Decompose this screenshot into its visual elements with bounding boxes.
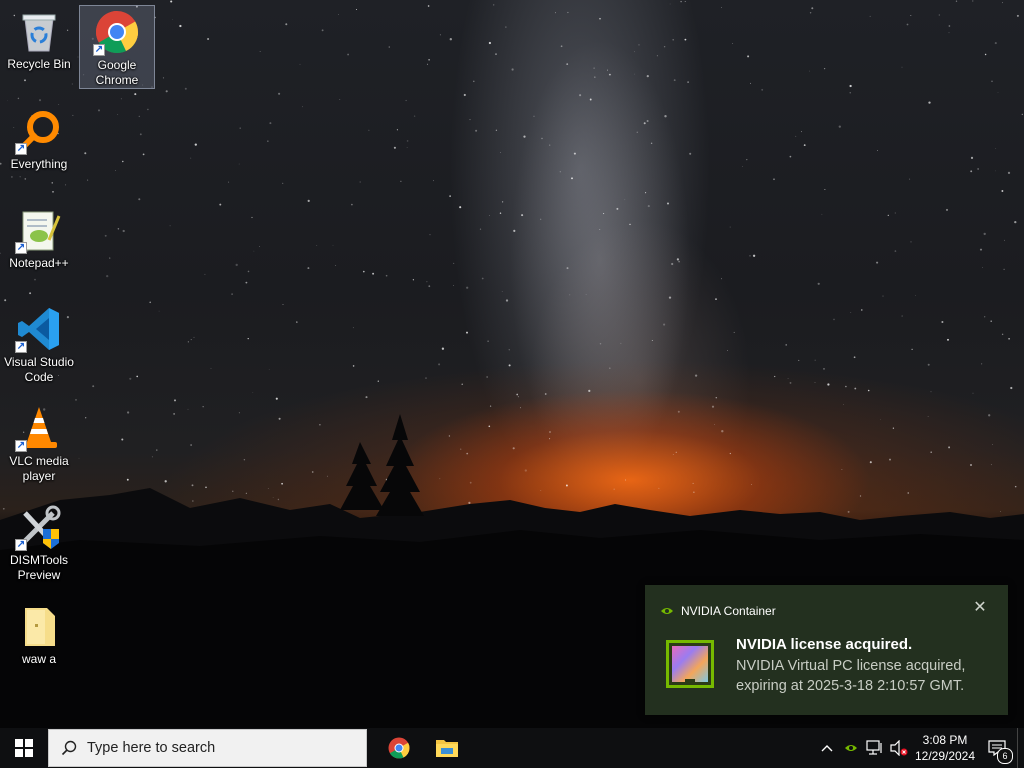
tray-nvidia[interactable]: [839, 728, 863, 768]
tray-network[interactable]: [863, 728, 887, 768]
windows-logo-icon: [15, 739, 33, 757]
shortcut-arrow-icon: ↗: [15, 440, 27, 452]
taskbar-clock[interactable]: 3:08 PM 12/29/2024: [913, 732, 977, 764]
shortcut-arrow-icon: ↗: [15, 341, 27, 353]
clock-time: 3:08 PM: [922, 733, 968, 747]
shortcut-arrow-icon: ↗: [15, 143, 27, 155]
action-center-button[interactable]: 6: [977, 728, 1017, 768]
desktop-icon-google-chrome[interactable]: ↗ Google Chrome: [79, 5, 155, 89]
desktop-icon-label: DISMTools Preview: [9, 553, 68, 582]
desktop-icon-everything[interactable]: ↗ Everything: [1, 104, 77, 188]
desktop-icon-label: Google Chrome: [95, 58, 139, 87]
desktop-icon-label: Everything: [10, 157, 68, 171]
folder-icon: [15, 602, 63, 650]
desktop-icon-recycle-bin[interactable]: Recycle Bin: [1, 4, 77, 88]
chrome-icon: ↗: [93, 8, 141, 56]
notification-body: NVIDIA Virtual PC license acquired, expi…: [736, 658, 966, 694]
nvidia-logo-icon: [661, 608, 673, 614]
shortcut-arrow-icon: ↗: [93, 44, 105, 56]
show-hidden-icons-button[interactable]: [815, 728, 839, 768]
nvidia-chip-icon: [666, 640, 714, 688]
desktop-icon-label: Recycle Bin: [7, 57, 71, 71]
vscode-icon: ↗: [15, 305, 63, 353]
desktop-icon-vlc[interactable]: ↗ VLC media player: [1, 401, 77, 485]
desktop-icon-dismtools[interactable]: ↗ DISMTools Preview: [1, 500, 77, 584]
close-icon[interactable]: ✕: [972, 600, 988, 616]
desktop-wallpaper: Recycle Bin ↗ Google Chrome ↗ Everything…: [0, 0, 1024, 728]
vlc-icon: ↗: [15, 404, 63, 452]
chevron-up-icon: [821, 745, 833, 752]
dismtools-icon: ↗: [15, 503, 63, 551]
clock-date: 12/29/2024: [914, 749, 976, 763]
search-placeholder: Type here to search: [87, 740, 216, 756]
taskbar: Type here to search 3:08 PM 12/29/2024 6: [0, 728, 1024, 768]
nvidia-notification-toast[interactable]: NVIDIA Container ✕ NVIDIA license acquir…: [645, 585, 1008, 715]
volume-muted-icon: [890, 740, 908, 756]
desktop-icon-folder-waw-a[interactable]: waw a: [1, 599, 77, 683]
shortcut-arrow-icon: ↗: [15, 242, 27, 254]
taskbar-search-box[interactable]: Type here to search: [48, 729, 367, 767]
notification-count-badge: 6: [997, 748, 1013, 764]
tray-volume[interactable]: [887, 728, 911, 768]
nvidia-logo-icon: [845, 745, 857, 751]
shortcut-arrow-icon: ↗: [15, 539, 27, 551]
notification-title: NVIDIA license acquired.: [736, 636, 913, 653]
desktop-icon-notepad-plus-plus[interactable]: ↗ Notepad++: [1, 203, 77, 287]
desktop-icon-label: Notepad++: [9, 256, 69, 270]
chrome-icon: [388, 737, 410, 759]
everything-search-icon: ↗: [15, 107, 63, 155]
recycle-bin-icon: [15, 7, 63, 55]
search-icon: [61, 740, 77, 756]
notification-app-name: NVIDIA Container: [681, 604, 776, 618]
desktop-icon-label: waw a: [21, 652, 56, 666]
taskbar-app-file-explorer[interactable]: [423, 728, 471, 768]
desktop-icon-label: VLC media player: [9, 454, 69, 483]
start-button[interactable]: [0, 728, 48, 768]
file-explorer-icon: [436, 740, 458, 757]
notepad-plus-plus-icon: ↗: [15, 206, 63, 254]
desktop-icon-visual-studio-code[interactable]: ↗ Visual Studio Code: [1, 302, 77, 386]
show-desktop-button[interactable]: [1017, 728, 1024, 768]
taskbar-app-chrome[interactable]: [375, 728, 423, 768]
desktop-icon-label: Visual Studio Code: [4, 355, 74, 384]
system-tray: 3:08 PM 12/29/2024 6: [815, 728, 1024, 768]
network-icon: [866, 740, 882, 755]
